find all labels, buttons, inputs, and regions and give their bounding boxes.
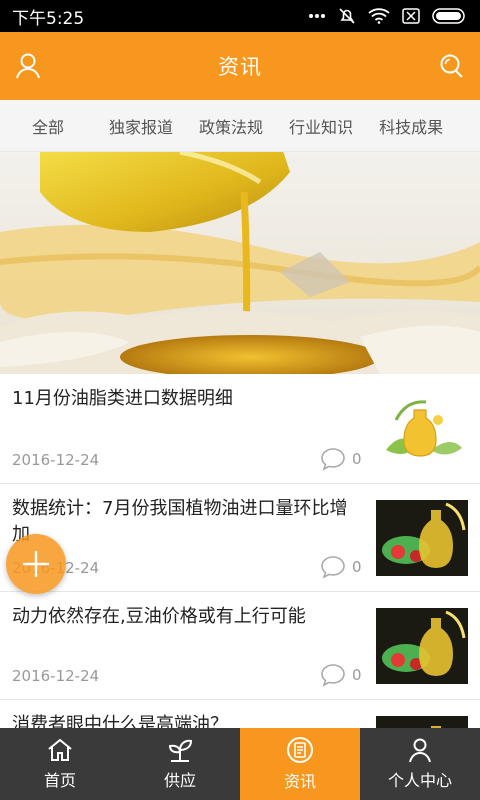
more-dots-icon	[309, 14, 325, 18]
search-icon	[440, 54, 463, 78]
nav-home[interactable]: 首页	[0, 728, 120, 800]
tab-all[interactable]: 全部	[0, 114, 96, 138]
user-button[interactable]	[12, 50, 44, 82]
tab-exclusive[interactable]: 独家报道	[96, 114, 186, 138]
nav-profile[interactable]: 个人中心	[360, 728, 480, 800]
status-bar: 下午5:25	[0, 0, 480, 32]
wifi-icon	[368, 8, 390, 24]
list-item[interactable]: 11月份油脂类进口数据明细 2016-12-24 0	[0, 374, 480, 484]
news-title: 消费者眼中什么是高端油？	[12, 714, 228, 728]
header: 资讯	[0, 32, 480, 100]
news-title: 11月份油脂类进口数据明细	[12, 388, 233, 409]
search-button[interactable]	[436, 50, 468, 82]
sprout-icon	[168, 739, 193, 762]
comment-icon	[321, 448, 345, 471]
news-title: 动力依然存在,豆油价格或有上行可能	[12, 606, 306, 627]
nav-profile-label: 个人中心	[387, 771, 452, 790]
status-icons	[308, 7, 468, 25]
nav-news[interactable]: 资讯	[240, 728, 360, 800]
nav-home-label: 首页	[43, 771, 76, 790]
plus-icon	[23, 551, 49, 577]
comment-count-value: 0	[352, 666, 362, 684]
page-title: 资讯	[218, 55, 262, 79]
nav-supply-label: 供应	[163, 771, 196, 790]
news-thumbnail	[376, 390, 468, 466]
comment-count: 0	[320, 555, 362, 579]
category-tabs: 全部 独家报道 政策法规 行业知识 科技成果	[0, 100, 480, 152]
comment-icon	[321, 664, 345, 687]
list-item[interactable]: 数据统计：7月份我国植物油进口量环比增加 2016-12-24 0	[0, 484, 480, 592]
news-list: 11月份油脂类进口数据明细 2016-12-24 0 数据统计：7月份我国植物油…	[0, 374, 480, 728]
user-icon	[409, 738, 431, 763]
user-icon	[16, 53, 40, 79]
comment-icon	[321, 556, 345, 579]
news-thumbnail	[376, 608, 468, 684]
list-item[interactable]: 动力依然存在,豆油价格或有上行可能 2016-12-24 0	[0, 592, 480, 700]
tab-policy[interactable]: 政策法规	[186, 114, 276, 138]
mute-bell-icon	[339, 8, 355, 24]
nav-news-label: 资讯	[283, 772, 316, 791]
comment-count: 0	[320, 663, 362, 687]
tab-industry[interactable]: 行业知识	[276, 114, 366, 138]
nav-supply[interactable]: 供应	[120, 728, 240, 800]
news-date: 2016-12-24	[12, 451, 100, 469]
hero-banner[interactable]	[0, 152, 480, 374]
news-thumbnail	[376, 716, 468, 728]
status-time: 下午5:25	[12, 8, 85, 29]
home-icon	[48, 738, 72, 761]
news-thumbnail	[376, 500, 468, 576]
hero-oil-image	[0, 152, 480, 374]
list-item[interactable]: 消费者眼中什么是高端油？	[0, 700, 480, 728]
battery-icon	[432, 8, 465, 24]
add-button[interactable]	[6, 534, 66, 594]
news-date: 2016-12-24	[12, 667, 100, 685]
tab-tech[interactable]: 科技成果	[366, 114, 456, 138]
comment-count: 0	[320, 447, 362, 471]
news-icon	[287, 737, 313, 763]
news-title: 数据统计：7月份我国植物油进口量环比增加	[12, 498, 348, 545]
comment-count-value: 0	[352, 558, 362, 576]
bottom-nav: 首页 供应 资讯 个人中心	[0, 728, 480, 800]
sim-x-icon	[402, 8, 420, 24]
comment-count-value: 0	[352, 450, 362, 468]
